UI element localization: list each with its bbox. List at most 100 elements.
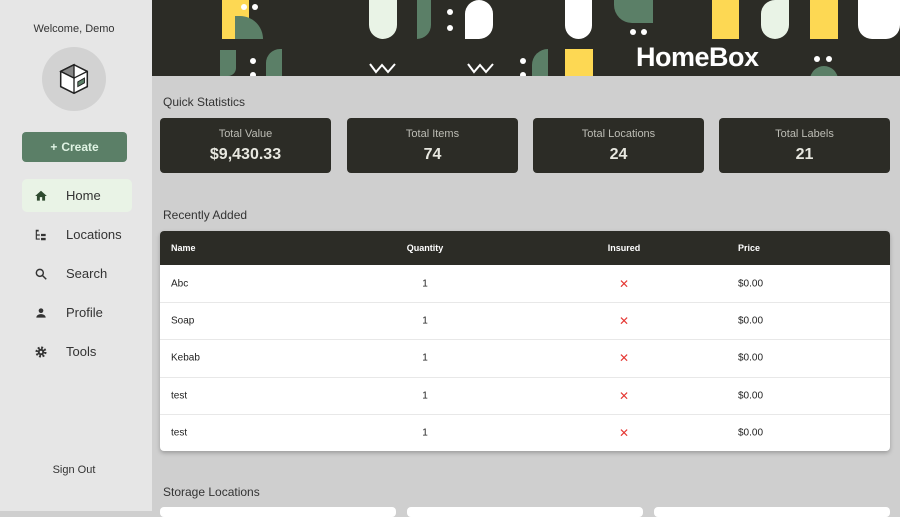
column-header-quantity[interactable]: Quantity (375, 243, 475, 253)
banner-shape (858, 0, 900, 39)
banner-shape (761, 0, 789, 39)
stat-label: Total Labels (775, 128, 834, 140)
not-insured-icon: ✕ (618, 425, 630, 440)
banner-shape (235, 16, 263, 39)
banner-dot (241, 4, 247, 10)
cell-name: Soap (171, 315, 195, 327)
cell-quantity: 1 (422, 278, 428, 290)
cell-price: $0.00 (738, 278, 764, 290)
tree-icon (22, 228, 58, 242)
banner-dot (250, 72, 256, 76)
stat-card-total-locations: Total Locations 24 (533, 118, 704, 173)
cell-quantity: 1 (422, 427, 428, 439)
banner-shape (565, 0, 592, 39)
homebox-logo: HomeBox (636, 42, 759, 72)
cell-price: $0.00 (738, 390, 764, 402)
banner-dot (252, 4, 258, 10)
cell-quantity: 1 (422, 315, 428, 327)
banner-shape (532, 49, 548, 76)
storage-locations-title: Storage Locations (163, 485, 260, 499)
column-header-name[interactable]: Name (171, 243, 196, 253)
sidebar-item-locations[interactable]: Locations (22, 218, 132, 251)
table-row[interactable]: test 1 ✕ $0.00 (160, 376, 890, 414)
banner-shape (465, 0, 493, 39)
table-row[interactable]: Soap 1 ✕ $0.00 (160, 302, 890, 339)
cell-name: Kebab (171, 352, 200, 364)
table-row[interactable]: Abc 1 ✕ $0.00 (160, 265, 890, 302)
recent-items-table: Name Quantity Insured Price Abc 1 ✕ $0.00 So… (160, 231, 890, 451)
sidebar-item-label: Tools (66, 344, 97, 359)
not-insured-icon: ✕ (618, 314, 630, 329)
sidebar-item-home[interactable]: Home (22, 179, 132, 212)
box-logo-icon (59, 63, 89, 95)
search-icon (22, 267, 58, 281)
welcome-text: Welcome, Demo (33, 23, 115, 35)
table-row[interactable]: Kebab 1 ✕ $0.00 (160, 339, 890, 376)
location-card[interactable] (407, 507, 643, 517)
cell-quantity: 1 (422, 352, 428, 364)
not-insured-icon: ✕ (618, 351, 630, 366)
cell-name: test (171, 427, 188, 439)
banner-shape (614, 0, 653, 23)
table-row[interactable]: test 1 ✕ $0.00 (160, 413, 890, 451)
gear-icon (22, 345, 58, 359)
create-label: Create (61, 140, 99, 154)
sidebar-item-profile[interactable]: Profile (22, 296, 132, 329)
banner-shape (417, 0, 431, 39)
stat-label: Total Items (405, 128, 460, 140)
banner-dot (641, 29, 647, 35)
cell-name: Abc (171, 278, 189, 290)
banner-shape (810, 0, 838, 39)
sidebar-item-label: Search (66, 266, 108, 281)
sidebar-item-search[interactable]: Search (22, 257, 132, 290)
cell-name: test (171, 390, 188, 402)
not-insured-icon: ✕ (618, 276, 630, 291)
banner: HomeBox (152, 0, 900, 76)
cell-quantity: 1 (422, 390, 428, 402)
not-insured-icon: ✕ (618, 388, 630, 403)
sidebar-item-label: Home (66, 188, 101, 203)
sidebar: Welcome, Demo + Create Home Locations Sea… (0, 0, 152, 511)
quick-statistics-title: Quick Statistics (163, 95, 246, 109)
stat-label: Total Value (218, 128, 273, 140)
stat-card-total-items: Total Items 74 (347, 118, 518, 173)
sign-out-link[interactable]: Sign Out (0, 464, 148, 476)
wave-icon (369, 63, 396, 74)
banner-dot (630, 29, 636, 35)
sidebar-item-label: Locations (66, 227, 122, 242)
home-icon (22, 189, 58, 203)
banner-shape (712, 0, 739, 39)
cell-price: $0.00 (738, 352, 764, 364)
banner-shape (369, 0, 397, 39)
banner-dot (814, 56, 820, 62)
cell-price: $0.00 (738, 427, 764, 439)
person-icon (22, 306, 58, 320)
stat-label: Total Locations (581, 128, 656, 140)
stat-card-total-labels: Total Labels 21 (719, 118, 890, 173)
table-body: Abc 1 ✕ $0.00 Soap 1 ✕ $0.00 Kebab 1 ✕ $0.00 test 1 ✕ $… (160, 265, 890, 451)
banner-shape (810, 66, 838, 76)
wave-icon (467, 63, 494, 74)
column-header-price[interactable]: Price (738, 243, 760, 253)
sidebar-item-tools[interactable]: Tools (22, 335, 132, 368)
create-button[interactable]: + Create (22, 132, 127, 162)
stat-card-total-value: Total Value $9,430.33 (160, 118, 331, 173)
banner-dot (520, 58, 526, 64)
stat-value: 24 (609, 146, 628, 163)
table-header: Name Quantity Insured Price (160, 231, 890, 265)
cell-price: $0.00 (738, 315, 764, 327)
stat-value: 74 (423, 146, 442, 163)
banner-dot (447, 9, 453, 15)
banner-dot (520, 72, 526, 76)
stat-value: $9,430.33 (209, 146, 282, 163)
banner-shape (565, 49, 593, 76)
avatar (42, 47, 106, 111)
stat-value: 21 (795, 146, 814, 163)
banner-shape (266, 49, 282, 76)
location-card[interactable] (160, 507, 396, 517)
sidebar-item-label: Profile (66, 305, 103, 320)
banner-dot (250, 58, 256, 64)
column-header-insured[interactable]: Insured (574, 243, 674, 253)
banner-shape (220, 50, 236, 76)
location-card[interactable] (654, 507, 890, 517)
